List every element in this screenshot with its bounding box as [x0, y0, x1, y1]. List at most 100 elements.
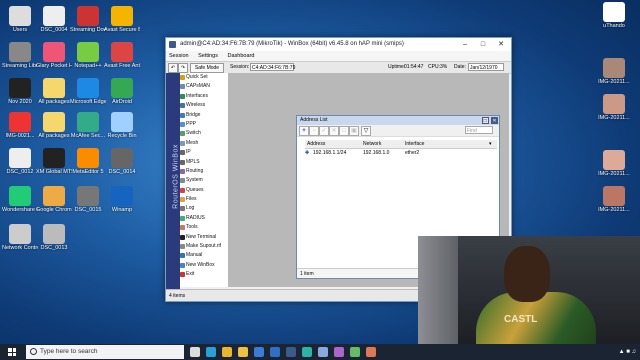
nav-item-new-terminal[interactable]: New Terminal: [180, 233, 228, 242]
nav-item-radius[interactable]: RADIUS: [180, 214, 228, 223]
session-label: Session:: [230, 64, 250, 70]
desktop-icon[interactable]: AirDroid: [104, 78, 140, 106]
nav-item-routing[interactable]: Routing: [180, 167, 228, 176]
desktop-icon[interactable]: DSC_0015: [70, 186, 106, 214]
desktop-icon[interactable]: Recycle Bin: [104, 112, 140, 140]
desktop-icon[interactable]: Streaming Library v...: [2, 42, 38, 70]
table-row[interactable]: ✚ 192.168.1.1/24 192.168.1.0 ether2: [305, 149, 497, 157]
taskbar-search-box[interactable]: Type here to search: [26, 345, 184, 359]
desktop-icon[interactable]: IMG-20211...: [596, 150, 632, 178]
nav-item-make-supout-rif[interactable]: Make Supout.rif: [180, 242, 228, 251]
desktop-icon[interactable]: All packages: [36, 78, 72, 106]
nav-item-exit[interactable]: Exit: [180, 270, 228, 279]
nav-item-quick-set[interactable]: Quick Set: [180, 73, 228, 82]
edge-icon[interactable]: [206, 347, 216, 357]
desktop-icon[interactable]: uThando: [596, 2, 632, 30]
nav-item-files[interactable]: Files: [180, 195, 228, 204]
nav-item-tools[interactable]: Tools: [180, 223, 228, 232]
app-b-icon[interactable]: [334, 347, 344, 357]
desktop-icon[interactable]: IMG-20211...: [596, 94, 632, 122]
desktop-icon[interactable]: Network Control: [2, 224, 38, 252]
desktop-icon[interactable]: IMG-20211...: [596, 58, 632, 86]
app-c-icon[interactable]: [350, 347, 360, 357]
nav-item-switch[interactable]: Switch: [180, 129, 228, 138]
add-icon[interactable]: +: [299, 126, 309, 136]
nav-item-capsman[interactable]: CAPsMAN: [180, 82, 228, 91]
comment-icon[interactable]: □: [339, 126, 349, 136]
webcam-overlay: CASTL: [418, 236, 640, 344]
desktop-icon[interactable]: Microsoft Edge: [70, 78, 106, 106]
redo-icon[interactable]: ↷: [178, 63, 188, 73]
nav-item-ppp[interactable]: PPP: [180, 120, 228, 129]
close-icon[interactable]: ✕: [493, 38, 509, 51]
nav-item-mpls[interactable]: MPLS: [180, 158, 228, 167]
column-menu-icon[interactable]: ▾: [489, 140, 492, 148]
nav-item-wireless[interactable]: Wireless: [180, 101, 228, 110]
mail-icon[interactable]: [270, 347, 280, 357]
nav-item-system[interactable]: System: [180, 176, 228, 185]
find-input[interactable]: Find: [465, 126, 493, 134]
winbox-title-bar[interactable]: admin@C4:AD:34:F6:7B:79 (MikroTik) - Win…: [166, 38, 511, 51]
session-field[interactable]: C4:AD:34:F6:7B:79: [250, 63, 295, 71]
desktop-icon[interactable]: Winamp: [104, 186, 140, 214]
restore-icon[interactable]: □: [481, 117, 489, 124]
task-view-icon[interactable]: [190, 347, 200, 357]
app-a-icon[interactable]: [318, 347, 328, 357]
winbox-icon[interactable]: [286, 347, 296, 357]
desktop-icon[interactable]: Glary Pocket Hub: [36, 42, 72, 70]
desktop-icon[interactable]: Streaming Downloa...: [70, 6, 106, 34]
nav-item-log[interactable]: Log: [180, 204, 228, 213]
chrome-icon[interactable]: [222, 347, 232, 357]
desktop-icon[interactable]: DSC_0014: [104, 148, 140, 176]
menu-dashboard[interactable]: Dashboard: [228, 53, 255, 59]
desktop-icon[interactable]: MetaEditor 5: [70, 148, 106, 176]
maximize-icon[interactable]: □: [475, 38, 491, 51]
filter-icon[interactable]: ▽: [361, 126, 371, 136]
desktop-icon[interactable]: Wondershare Filmora X: [2, 186, 38, 214]
nav-item-icon: [180, 168, 185, 174]
disable-icon[interactable]: ✕: [329, 126, 339, 136]
desktop-icon[interactable]: Avast Free Antivirus: [104, 42, 140, 70]
desktop-icon[interactable]: DSC_0004: [36, 6, 72, 34]
desktop-icon[interactable]: Avast Secure Browser: [104, 6, 140, 34]
desktop-icon-image: [603, 2, 625, 22]
app-d-icon[interactable]: [366, 347, 376, 357]
enable-icon[interactable]: ✓: [319, 126, 329, 136]
close-icon[interactable]: ✕: [491, 117, 498, 124]
store-icon[interactable]: [254, 347, 264, 357]
desktop-icon[interactable]: IMG-0021...: [2, 112, 38, 140]
windows-start-icon[interactable]: [8, 348, 16, 356]
desktop-icon[interactable]: Users: [2, 6, 38, 34]
system-tray[interactable]: ▲ ■ ♫: [619, 344, 636, 360]
col-network[interactable]: Network: [363, 140, 381, 148]
nav-item-manual[interactable]: Manual: [180, 251, 228, 260]
desktop-icon[interactable]: IMG-20211...: [596, 186, 632, 214]
desktop-icon[interactable]: DSC_0012: [2, 148, 38, 176]
nav-item-bridge[interactable]: Bridge: [180, 111, 228, 120]
desktop-icon[interactable]: XM Global MT5: [36, 148, 72, 176]
nav-item-label: Make Supout.rif: [186, 243, 222, 250]
remove-icon[interactable]: −: [309, 126, 319, 136]
col-interface[interactable]: Interface: [405, 140, 424, 148]
minimize-icon[interactable]: –: [457, 38, 473, 51]
copy-icon[interactable]: ▣: [349, 126, 359, 136]
menu-settings[interactable]: Settings: [198, 53, 218, 59]
desktop-icon[interactable]: McAfee Sec...: [70, 112, 106, 140]
filmora-icon[interactable]: [302, 347, 312, 357]
safe-mode-button[interactable]: Safe Mode: [190, 63, 224, 73]
nav-item-interfaces[interactable]: Interfaces: [180, 92, 228, 101]
nav-item-ip[interactable]: IP: [180, 148, 228, 157]
file-explorer-icon[interactable]: [238, 347, 248, 357]
desktop-icon[interactable]: Google Chrome: [36, 186, 72, 214]
desktop-icon[interactable]: Notepad++: [70, 42, 106, 70]
desktop-icon[interactable]: All packages: [36, 112, 72, 140]
col-address[interactable]: Address: [307, 140, 325, 148]
nav-item-new-winbox[interactable]: New WinBox: [180, 261, 228, 270]
menu-session[interactable]: Session: [169, 53, 189, 59]
desktop-icon[interactable]: Nov 2020: [2, 78, 38, 106]
nav-item-queues[interactable]: Queues: [180, 186, 228, 195]
address-list-title-bar[interactable]: Address List □ ✕: [297, 116, 499, 125]
nav-item-mesh[interactable]: Mesh: [180, 139, 228, 148]
desktop-icon[interactable]: DSC_0013: [36, 224, 72, 252]
desktop-icon-label: Google Chrome: [36, 207, 72, 213]
